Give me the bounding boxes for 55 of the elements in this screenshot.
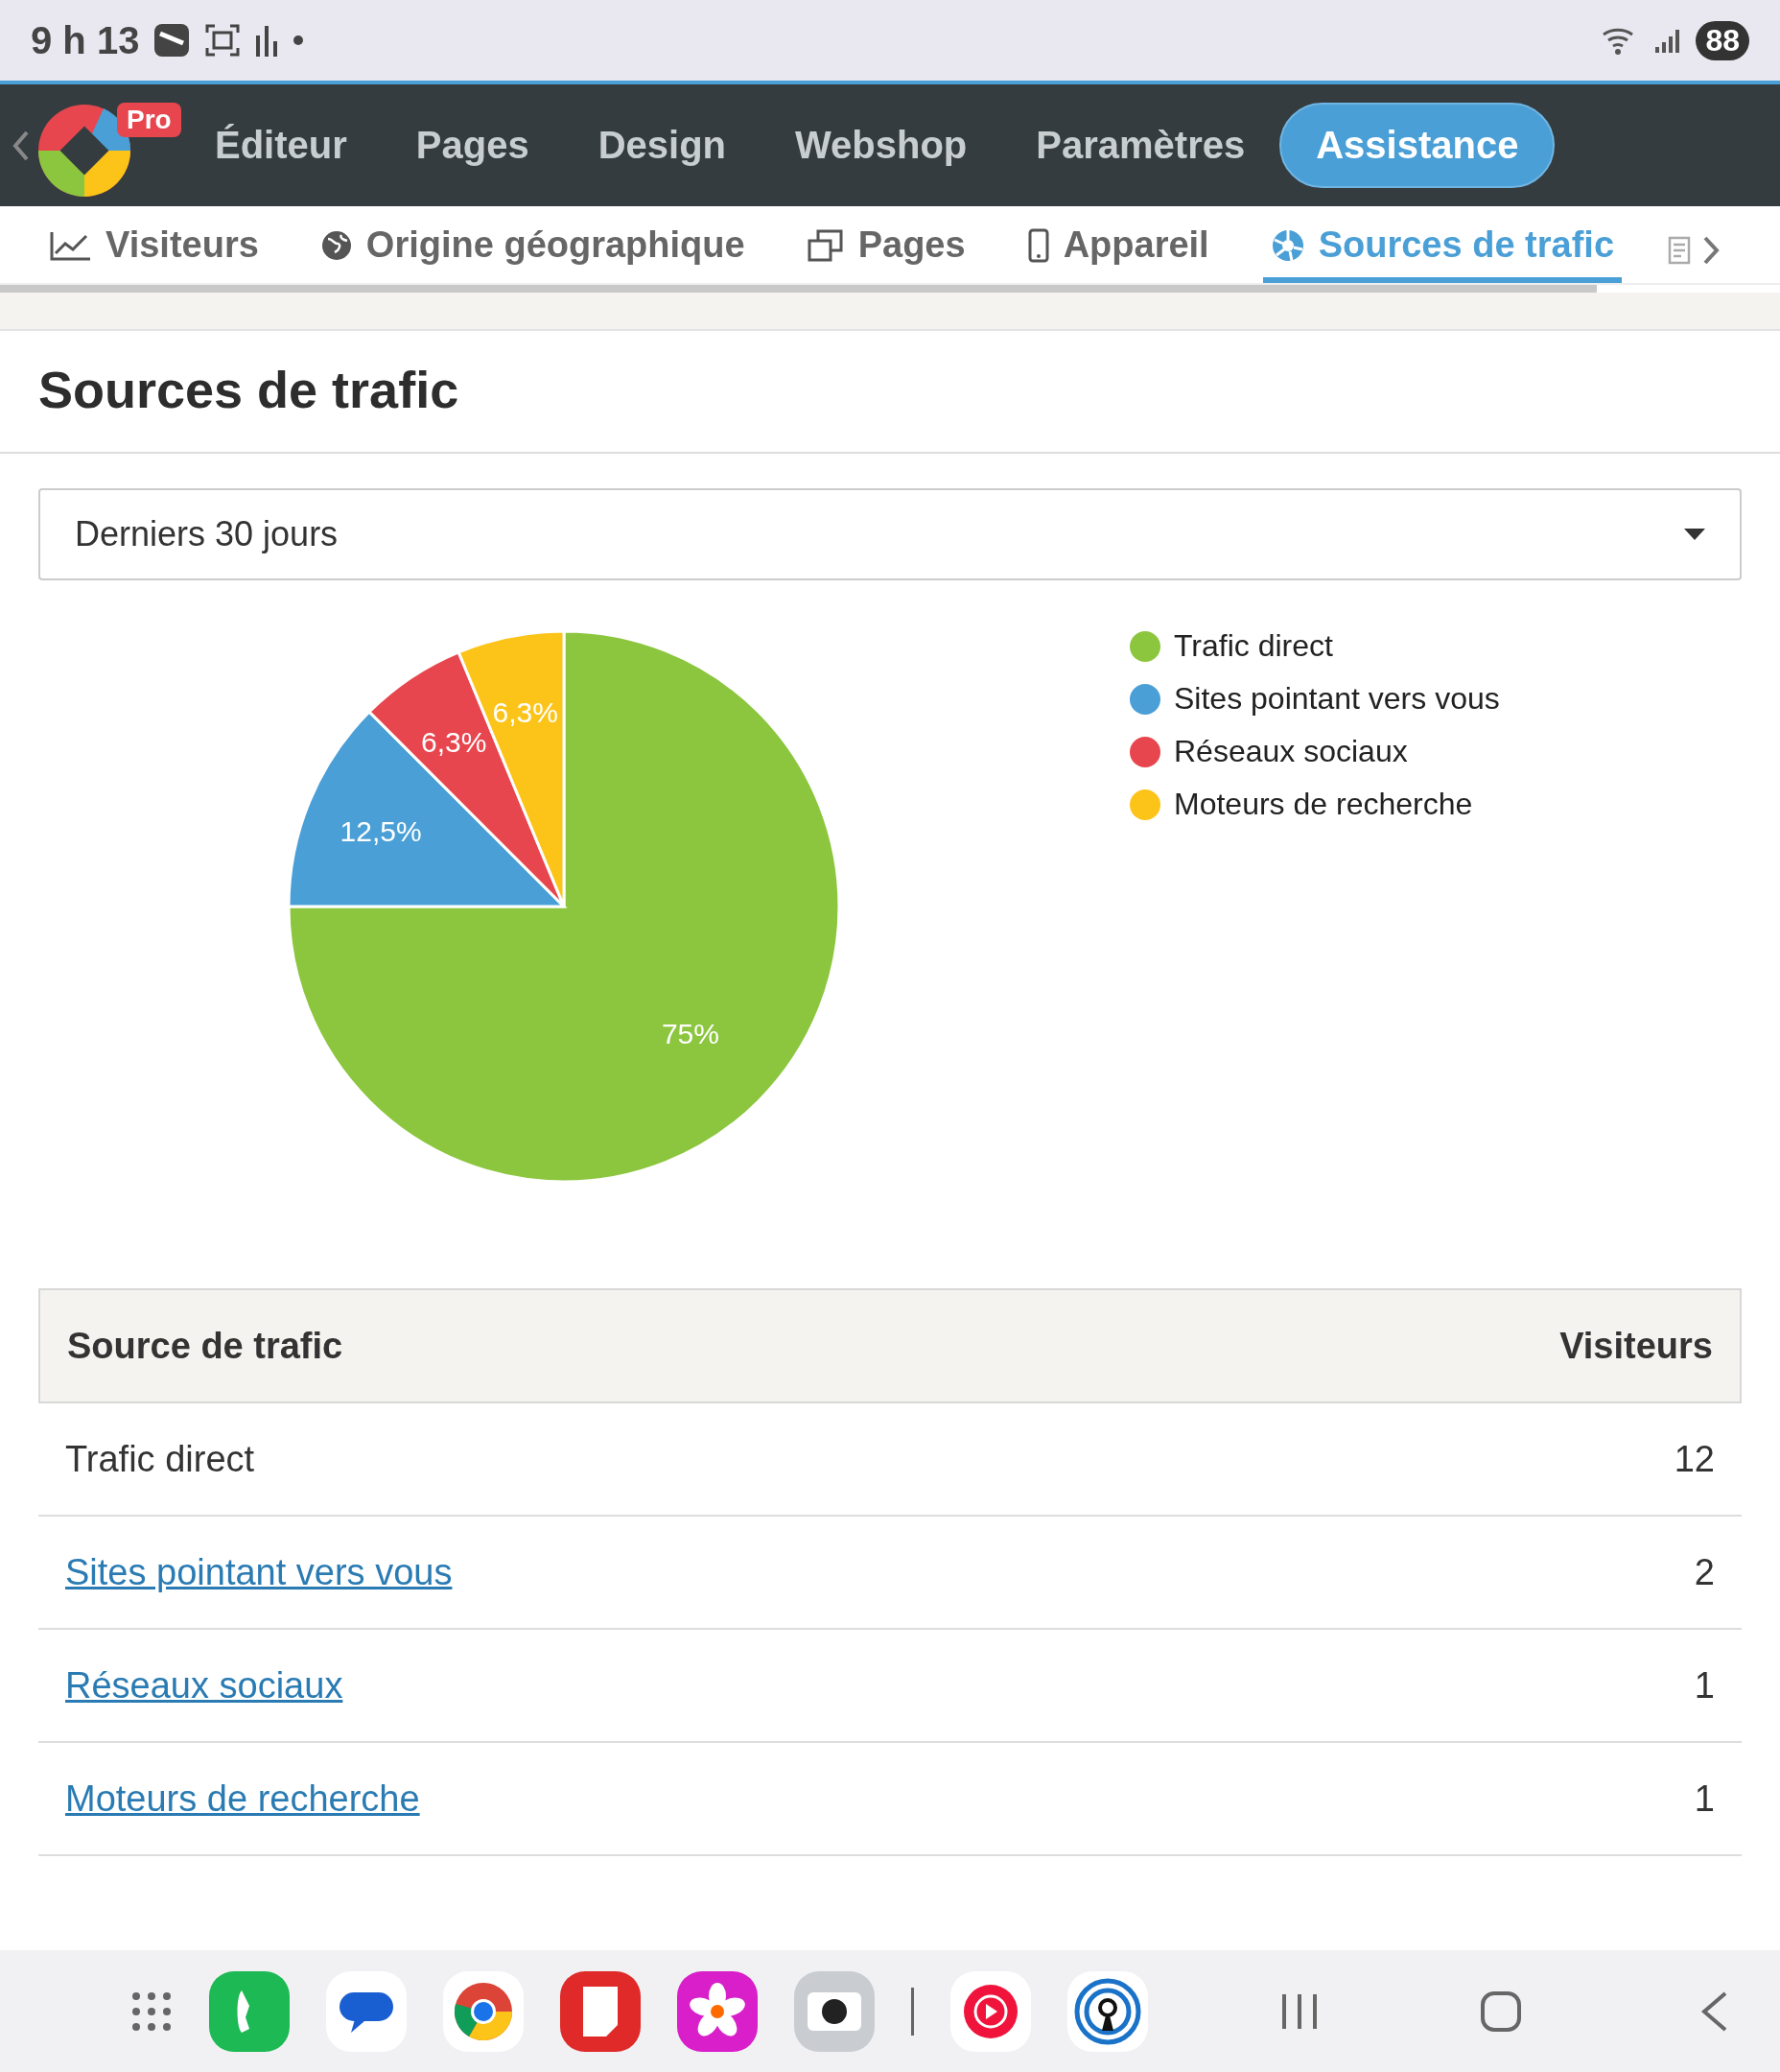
legend-label: Sites pointant vers vous [1174, 681, 1500, 717]
phone-icon [1026, 227, 1050, 263]
nav-item[interactable]: Éditeur [180, 105, 382, 186]
table-cell: 12 [1674, 1438, 1715, 1480]
table-cell: 1 [1694, 1664, 1715, 1707]
tab[interactable]: Appareil [1019, 224, 1217, 283]
battery-level: 88 [1696, 20, 1749, 60]
slice-label: 6,3% [421, 726, 487, 759]
nav-item[interactable]: Pages [381, 105, 564, 186]
play-app-icon[interactable] [950, 1970, 1031, 2052]
source-link[interactable]: Réseaux sociaux [65, 1664, 343, 1707]
dot-icon [293, 35, 305, 46]
column-header: Source de trafic [67, 1325, 343, 1367]
app-grid-icon[interactable] [130, 1990, 173, 2033]
tab[interactable]: Pages [798, 224, 973, 283]
nav-item[interactable]: Assistance [1279, 103, 1556, 188]
phone-app-icon[interactable] [209, 1970, 290, 2052]
notes-app-icon[interactable] [560, 1970, 641, 2052]
nav-item[interactable]: Design [563, 105, 761, 186]
page-title: Sources de trafic [0, 331, 1780, 454]
line-chart-icon [50, 229, 92, 261]
table-cell: Trafic direct [65, 1438, 255, 1480]
chevron-right-icon[interactable] [1702, 235, 1720, 266]
clock: 9 h 13 [31, 18, 140, 62]
pro-badge: Pro [117, 102, 181, 137]
column-header: Visiteurs [1559, 1325, 1713, 1367]
table-cell: 1 [1694, 1778, 1715, 1820]
keyhole-app-icon[interactable] [1067, 1970, 1148, 2052]
tab[interactable]: Origine géographique [312, 224, 753, 283]
equalizer-icon [254, 24, 280, 57]
home-icon[interactable] [1480, 1990, 1522, 2033]
pages-icon [806, 228, 845, 262]
nav-item[interactable]: Paramètres [1001, 105, 1280, 186]
source-link[interactable]: Moteurs de recherche [65, 1778, 420, 1820]
nav-item[interactable]: Webshop [761, 105, 1002, 186]
slice-label: 75% [661, 1017, 719, 1049]
screenshot-icon [204, 23, 242, 58]
back-icon[interactable] [1700, 1990, 1729, 2033]
scrollbar[interactable] [0, 285, 1597, 293]
aperture-icon [1270, 227, 1305, 263]
caret-icon [1684, 529, 1705, 540]
legend-label: Moteurs de recherche [1174, 787, 1473, 822]
camera-app-icon[interactable] [794, 1970, 875, 2052]
table-cell: 2 [1694, 1551, 1715, 1593]
period-dropdown[interactable]: Derniers 30 jours [38, 488, 1742, 580]
tab[interactable]: Visiteurs [42, 224, 267, 283]
globe-icon [319, 228, 353, 262]
source-link[interactable]: Sites pointant vers vous [65, 1551, 453, 1593]
flower-app-icon[interactable] [677, 1970, 758, 2052]
browser-app-icon[interactable] [443, 1970, 524, 2052]
messages-app-icon[interactable] [326, 1970, 407, 2052]
legend-label: Réseaux sociaux [1174, 734, 1408, 769]
slice-label: 6,3% [492, 696, 558, 729]
slice-label: 12,5% [340, 814, 422, 847]
legend-label: Trafic direct [1174, 628, 1333, 664]
